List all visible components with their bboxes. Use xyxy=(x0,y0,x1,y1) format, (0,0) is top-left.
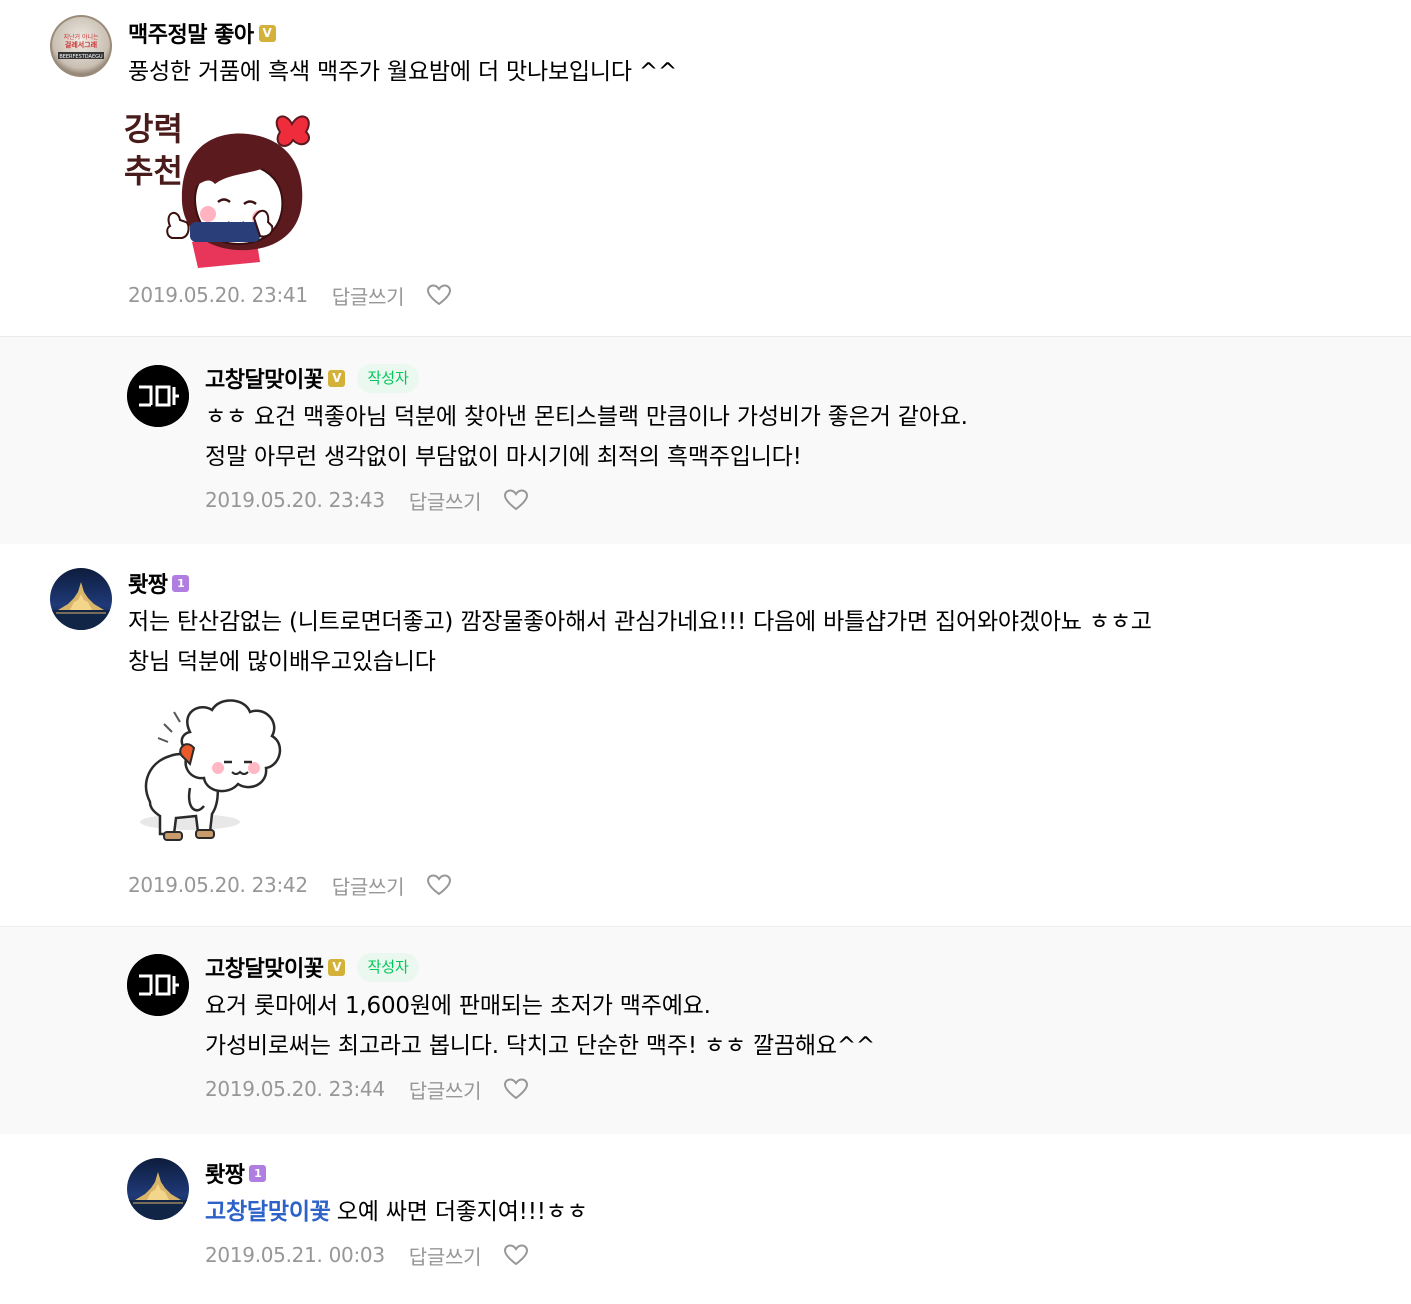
reply-button[interactable]: 답글쓰기 xyxy=(332,871,405,900)
comment-nickname[interactable]: 맥주정말 좋아 xyxy=(128,17,254,49)
comment-date: 2019.05.21. 00:03 xyxy=(205,1243,385,1267)
sticker-text-line2: 추천 xyxy=(124,152,183,190)
avatar[interactable] xyxy=(50,568,112,630)
reply-comment-item: 고창달맞이꽃 작성자 요거 롯마에서 1,600원에 판매되는 초저가 맥주예요… xyxy=(0,926,1411,1134)
comment-meta: 2019.05.20. 23:42 답글쓰기 xyxy=(128,870,1397,900)
comment-date: 2019.05.20. 23:44 xyxy=(205,1077,385,1101)
avatar[interactable] xyxy=(127,954,189,1016)
level-badge-icon xyxy=(258,24,276,42)
comment-item: 뢋짱 저는 탄산감없는 (니트로면더좋고) 깜장물좋아해서 관심가네요!!! 다… xyxy=(0,544,1411,926)
comment-text: 풍성한 거품에 흑색 맥주가 월요밤에 더 맛나보입니다 ^^ xyxy=(128,52,1397,92)
avatar[interactable]: 지난거 아니는 걸레서그래 BEERFESTDAEGU xyxy=(50,15,112,77)
comment-text-line: 창님 덕분에 많이배우고있습니다 xyxy=(128,649,436,675)
comment-text: 요거 롯마에서 1,600원에 판매되는 초저가 맥주예요. 가성비로써는 최고… xyxy=(205,986,1397,1066)
comment-text-line: ㅎㅎ 요건 맥좋아님 덕분에 찾아낸 몬티스블랙 만큼이나 가성비가 좋은거 같… xyxy=(205,404,968,430)
comment-text-line: 가성비로써는 최고라고 봅니다. 닥치고 단순한 맥주! ㅎㅎ 깔끔해요^^ xyxy=(205,1033,875,1059)
comment-text-line: 풍성한 거품에 흑색 맥주가 월요밤에 더 맛나보입니다 ^^ xyxy=(128,59,678,85)
comment-meta: 2019.05.21. 00:03 답글쓰기 xyxy=(205,1240,1397,1270)
comment-meta: 2019.05.20. 23:44 답글쓰기 xyxy=(205,1074,1397,1104)
avatar[interactable] xyxy=(127,1158,189,1220)
author-tag: 작성자 xyxy=(357,952,419,982)
level-badge-icon xyxy=(249,1164,267,1182)
comment-date: 2019.05.20. 23:41 xyxy=(128,283,308,307)
heart-icon[interactable] xyxy=(503,1077,529,1101)
comment-text: 저는 탄산감없는 (니트로면더좋고) 깜장물좋아해서 관심가네요!!! 다음에 … xyxy=(128,602,1397,682)
comment-text-line: 정말 아무런 생각없이 부담없이 마시기에 최적의 흑맥주입니다! xyxy=(205,444,802,470)
author-tag: 작성자 xyxy=(357,363,419,393)
mention-link[interactable]: 고창달맞이꽃 xyxy=(205,1199,331,1225)
avatar[interactable] xyxy=(127,365,189,427)
heart-icon[interactable] xyxy=(503,488,529,512)
sticker-text-line1: 강력 xyxy=(124,110,183,148)
comment-meta: 2019.05.20. 23:41 답글쓰기 xyxy=(128,280,1397,310)
level-badge-icon xyxy=(328,369,346,387)
comment-text-line: 저는 탄산감없는 (니트로면더좋고) 깜장물좋아해서 관심가네요!!! 다음에 … xyxy=(128,609,1152,635)
avatar-text-line2: 걸레서그래 xyxy=(65,40,97,49)
reply-button[interactable]: 답글쓰기 xyxy=(409,486,482,515)
comment-date: 2019.05.20. 23:42 xyxy=(128,873,308,897)
avatar-text-line1: 지난거 아니는 xyxy=(63,33,99,41)
comment-date: 2019.05.20. 23:43 xyxy=(205,488,385,512)
girl-thumbs-up-sticker: 강력 추천 xyxy=(120,102,320,272)
level-badge-icon xyxy=(172,574,190,592)
reply-button[interactable]: 답글쓰기 xyxy=(409,1241,482,1270)
heart-icon[interactable] xyxy=(503,1243,529,1267)
comment-text: 고창달맞이꽃 오예 싸면 더좋지여!!!ㅎㅎ xyxy=(205,1192,1397,1232)
heart-icon[interactable] xyxy=(426,873,452,897)
comment-nickname[interactable]: 고창달맞이꽃 xyxy=(205,951,324,983)
reply-comment-item: 고창달맞이꽃 작성자 ㅎㅎ 요건 맥좋아님 덕분에 찾아낸 몬티스블랙 만큼이나… xyxy=(0,336,1411,544)
level-badge-icon xyxy=(328,958,346,976)
reply-comment-item: 뢋짱 고창달맞이꽃오예 싸면 더좋지여!!!ㅎㅎ 2019.05.21. 00:… xyxy=(0,1134,1411,1304)
reply-button[interactable]: 답글쓰기 xyxy=(332,281,405,310)
avatar-text-line3: BEERFESTDAEGU xyxy=(59,54,103,60)
heart-icon[interactable] xyxy=(426,283,452,307)
comment-nickname[interactable]: 뢋짱 xyxy=(205,1157,245,1189)
comment-text-line: 요거 롯마에서 1,600원에 판매되는 초저가 맥주예요. xyxy=(205,993,711,1019)
comment-text-line: 오예 싸면 더좋지여!!!ㅎㅎ xyxy=(336,1199,588,1225)
reply-button[interactable]: 답글쓰기 xyxy=(409,1075,482,1104)
comment-meta: 2019.05.20. 23:43 답글쓰기 xyxy=(205,485,1397,515)
comment-nickname[interactable]: 고창달맞이꽃 xyxy=(205,362,324,394)
comment-nickname[interactable]: 뢋짱 xyxy=(128,567,168,599)
sheep-bowing-sticker xyxy=(120,692,320,862)
comment-item: 지난거 아니는 걸레서그래 BEERFESTDAEGU 맥주정말 좋아 풍성한 … xyxy=(0,0,1411,336)
comment-text: ㅎㅎ 요건 맥좋아님 덕분에 찾아낸 몬티스블랙 만큼이나 가성비가 좋은거 같… xyxy=(205,397,1397,477)
